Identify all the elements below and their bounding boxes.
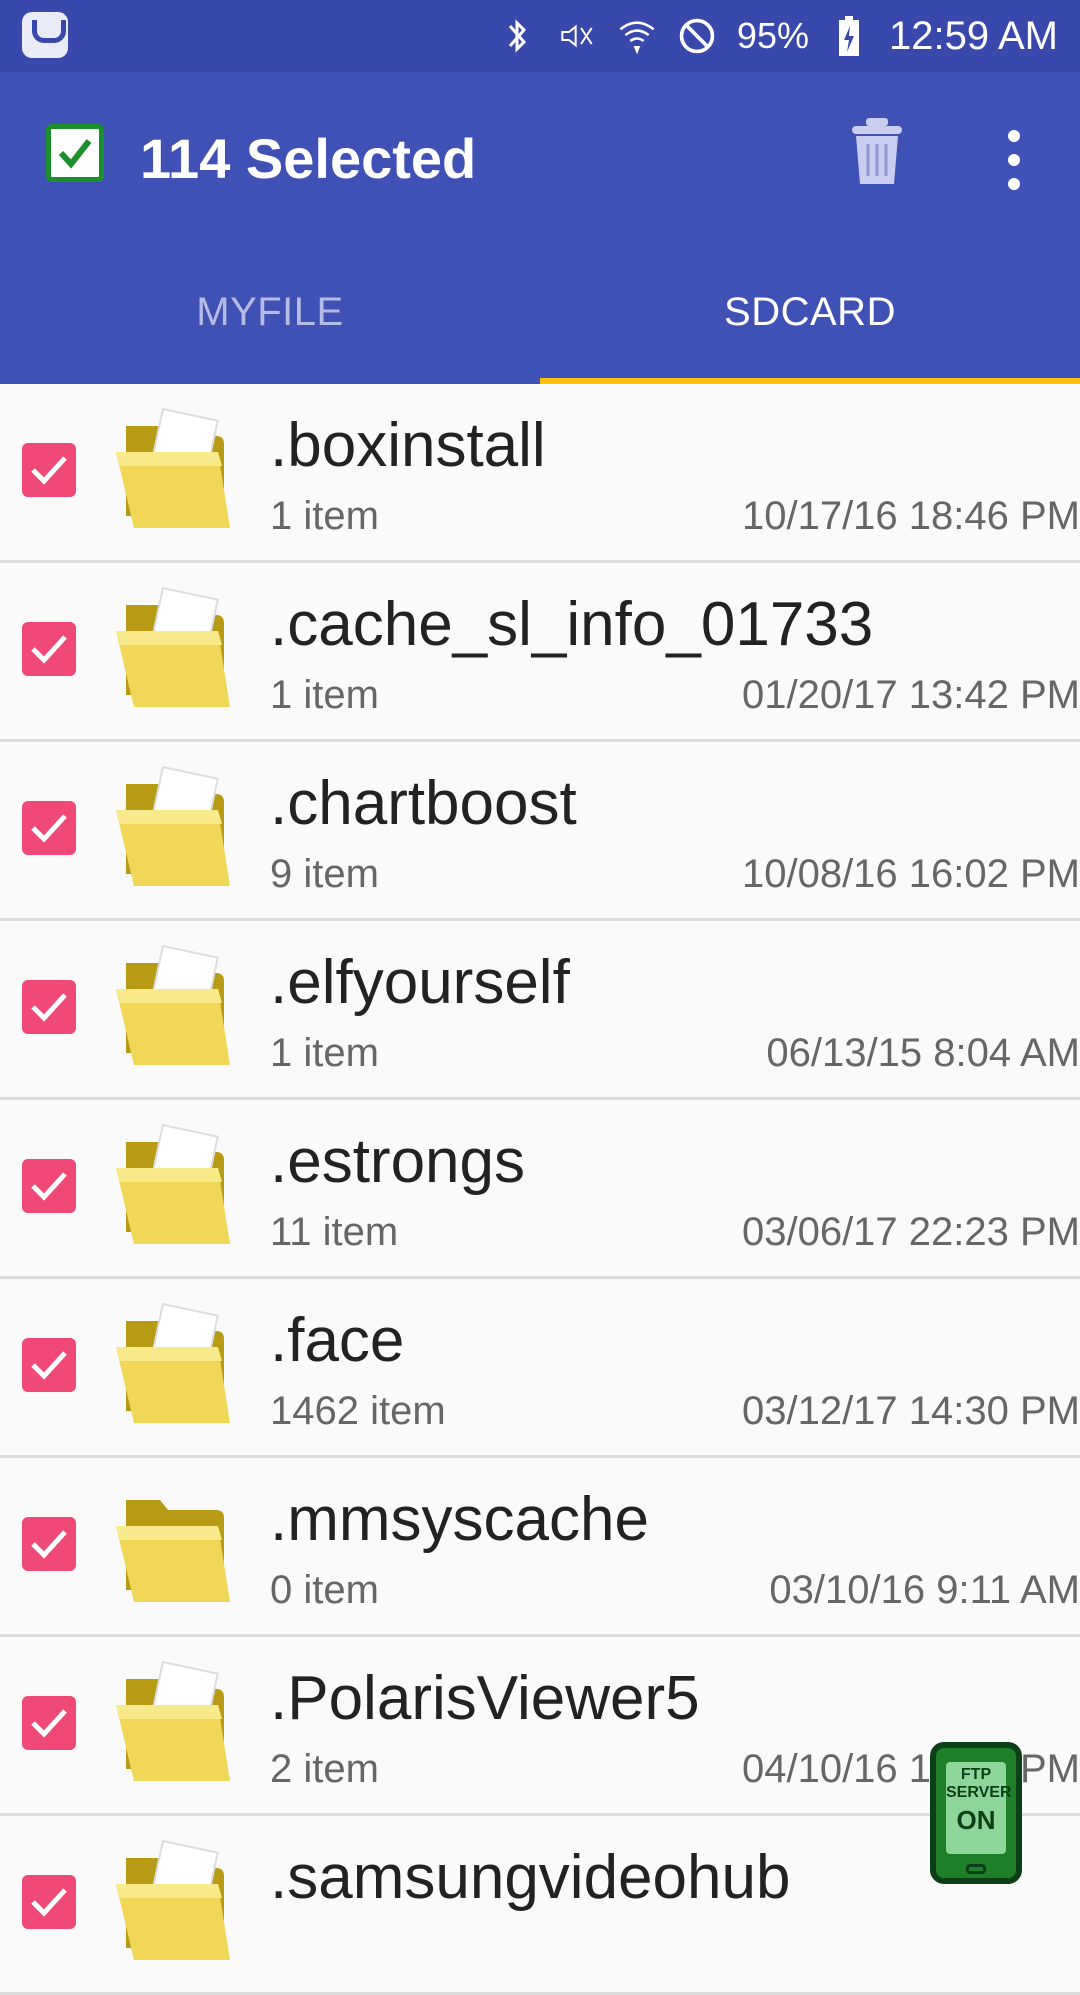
tab-sdcard[interactable]: SDCARD [540,240,1080,384]
item-count: 9 item [270,852,379,896]
more-vert-icon[interactable] [1002,130,1026,190]
mute-icon [557,16,597,56]
item-name: .boxinstall [270,411,546,480]
ftp-server-badge[interactable]: FTP SERVER ON [930,1742,1022,1884]
file-list: .boxinstall 1 item 10/17/16 18:46 PM .ca… [0,384,1080,1995]
item-count: 11 item [270,1210,399,1254]
item-name: .elfyourself [270,948,570,1017]
item-name: .face [270,1306,405,1375]
status-time: 12:59 AM [888,13,1058,58]
item-name: .PolarisViewer5 [270,1664,700,1733]
item-checkbox[interactable] [22,1159,76,1213]
status-bar: 95% 12:59 AM [0,0,1080,72]
tab-myfile[interactable]: MYFILE [0,240,540,384]
item-date: 03/06/17 22:23 PM [741,1210,1080,1254]
item-count: 2 item [270,1747,379,1791]
item-name: .estrongs [270,1127,526,1196]
ftp-screen: FTP SERVER ON [946,1762,1012,1854]
folder-icon [108,1838,240,1970]
item-checkbox[interactable] [22,980,76,1034]
ftp-line-1: FTP [960,1766,992,1783]
ftp-line-2: SERVER [946,1784,1012,1801]
folder-icon [108,1122,240,1254]
item-checkbox[interactable] [22,622,76,676]
list-item[interactable]: .elfyourself 1 item 06/13/15 8:04 AM [0,921,1080,1100]
list-item[interactable]: .boxinstall 1 item 10/17/16 18:46 PM [0,384,1080,563]
item-count: 1 item [270,1031,379,1075]
item-date: 04/10/16 14:21 PM [741,1747,1080,1791]
item-date: 06/13/15 8:04 AM [766,1031,1080,1075]
item-checkbox[interactable] [22,1875,76,1929]
folder-icon [108,1659,240,1791]
item-name: .chartboost [270,769,577,838]
list-item[interactable]: .cache_sl_info_01733 1 item 01/20/17 13:… [0,563,1080,742]
dnd-icon [677,16,717,56]
list-item[interactable]: .PolarisViewer5 2 item 04/10/16 14:21 PM [0,1637,1080,1816]
item-checkbox[interactable] [22,1338,76,1392]
list-item[interactable]: .face 1462 item 03/12/17 14:30 PM [0,1279,1080,1458]
folder-icon [108,585,240,717]
item-checkbox[interactable] [22,801,76,855]
item-date: 10/17/16 18:46 PM [741,494,1080,538]
battery-percent: 95% [736,15,809,56]
ftp-line-3: ON [956,1805,996,1835]
item-count: 1 item [270,673,379,717]
list-item[interactable]: .mmsyscache 0 item 03/10/16 9:11 AM [0,1458,1080,1637]
list-item[interactable]: .estrongs 11 item 03/06/17 22:23 PM [0,1100,1080,1279]
status-icons: 95% 12:59 AM [497,0,1058,72]
list-item[interactable]: .samsungvideohub [0,1816,1080,1995]
list-item[interactable]: .chartboost 9 item 10/08/16 16:02 PM [0,742,1080,921]
item-name: .samsungvideohub [270,1843,791,1912]
item-date: 10/08/16 16:02 PM [741,852,1080,896]
selected-count-title: 114 Selected [140,127,477,190]
folder-icon [108,943,240,1075]
phone-button-icon [966,1864,986,1874]
folder-icon [108,1480,240,1612]
folder-icon [108,406,240,538]
item-checkbox[interactable] [22,1517,76,1571]
item-name: .mmsyscache [270,1485,649,1554]
item-count: 1 item [270,494,379,538]
folder-icon [108,1301,240,1433]
item-checkbox[interactable] [22,443,76,497]
select-all-checkbox[interactable] [46,124,104,182]
trash-icon[interactable] [848,116,906,188]
selection-toolbar: 114 Selected [0,72,1080,240]
folder-icon [108,764,240,896]
item-count: 0 item [270,1568,379,1612]
item-date: 01/20/17 13:42 PM [741,673,1080,717]
item-count: 1462 item [270,1389,446,1433]
item-date: 03/12/17 14:30 PM [741,1389,1080,1433]
item-date: 03/10/16 9:11 AM [769,1568,1080,1612]
tab-bar: MYFILE SDCARD [0,240,1080,384]
wifi-icon [617,16,657,56]
battery-icon [829,16,869,56]
item-checkbox[interactable] [22,1696,76,1750]
item-name: .cache_sl_info_01733 [270,590,874,659]
galaxy-icon [22,12,68,58]
bluetooth-icon [497,16,537,56]
